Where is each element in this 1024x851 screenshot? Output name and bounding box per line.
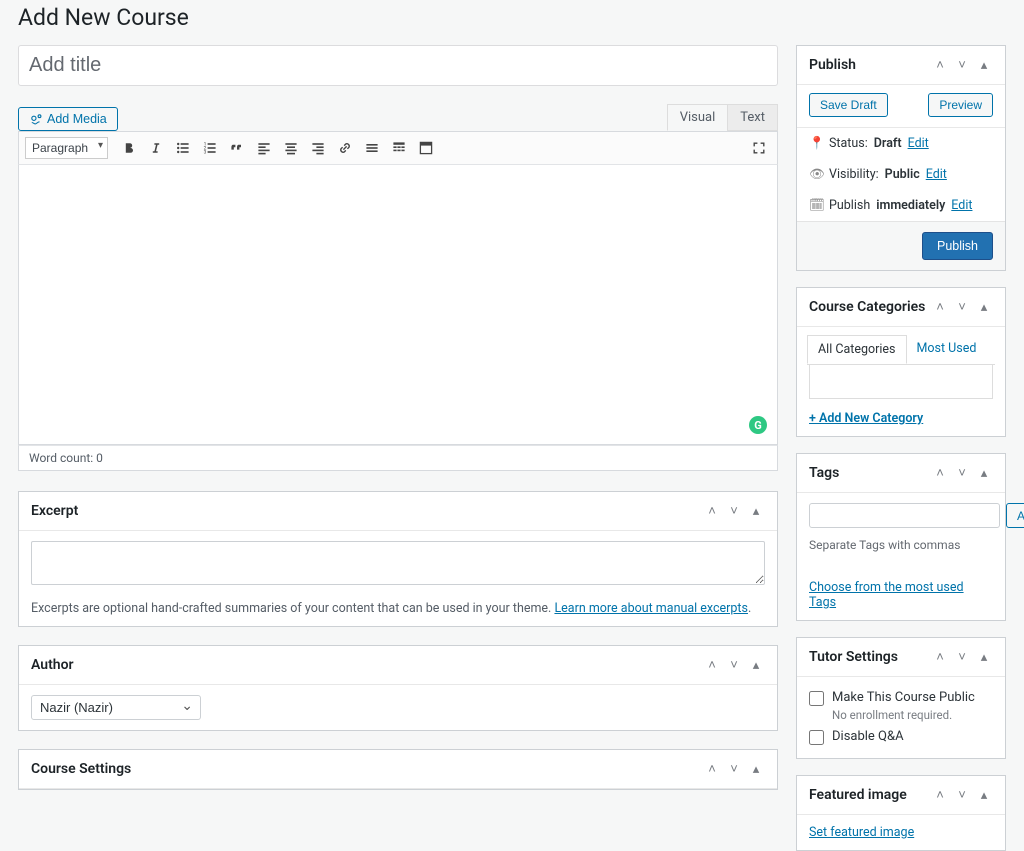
choose-tags-link[interactable]: Choose from the most used Tags — [809, 580, 964, 610]
panel-toggle-icon[interactable]: ▴ — [975, 56, 993, 74]
visibility-edit-link[interactable]: Edit — [926, 167, 947, 182]
author-title: Author — [31, 657, 74, 673]
expand-icon[interactable] — [747, 136, 771, 160]
make-public-checkbox[interactable] — [809, 691, 824, 706]
panel-up-icon[interactable]: ˄ — [931, 298, 949, 316]
bullet-list-icon[interactable] — [171, 136, 195, 160]
category-tab-all[interactable]: All Categories — [807, 335, 907, 364]
category-list — [809, 365, 993, 399]
quote-icon[interactable] — [225, 136, 249, 160]
panel-down-icon[interactable]: ˅ — [953, 298, 971, 316]
numbered-list-icon[interactable]: 123 — [198, 136, 222, 160]
category-tab-mostused[interactable]: Most Used — [907, 335, 987, 364]
set-featured-image-link[interactable]: Set featured image — [809, 825, 914, 840]
excerpt-hint: Excerpts are optional hand-crafted summa… — [31, 601, 765, 616]
main-column: Add Media Visual Text Paragraph 123 — [18, 45, 778, 851]
panel-down-icon[interactable]: ˅ — [725, 656, 743, 674]
grammarly-icon[interactable]: G — [749, 416, 767, 434]
panel-up-icon[interactable]: ˄ — [703, 656, 721, 674]
excerpt-textarea[interactable] — [31, 541, 765, 585]
link-icon[interactable] — [333, 136, 357, 160]
author-select[interactable]: Nazir (Nazir) — [31, 695, 201, 720]
italic-icon[interactable] — [144, 136, 168, 160]
make-public-hint: No enrollment required. — [832, 708, 993, 722]
make-public-label: Make This Course Public — [832, 690, 975, 705]
add-new-category-link[interactable]: + Add New Category — [809, 411, 923, 426]
toolbar-toggle-icon[interactable] — [387, 136, 411, 160]
tutor-settings-title: Tutor Settings — [809, 649, 898, 665]
categories-panel-title: Course Categories — [809, 299, 925, 315]
excerpt-learn-more-link[interactable]: Learn more about manual excerpts — [554, 601, 748, 616]
publish-panel-title: Publish — [809, 57, 856, 73]
align-right-icon[interactable] — [306, 136, 330, 160]
visibility-label: Visibility: — [829, 167, 879, 182]
schedule-value: immediately — [876, 198, 945, 213]
word-count: Word count: 0 — [18, 445, 778, 471]
panel-up-icon[interactable]: ˄ — [931, 648, 949, 666]
eye-icon: 👁 — [809, 167, 823, 182]
panel-toggle-icon[interactable]: ▴ — [747, 656, 765, 674]
panel-up-icon[interactable]: ˄ — [931, 56, 949, 74]
media-icon — [29, 112, 43, 126]
svg-text:3: 3 — [204, 150, 207, 156]
disable-qa-label: Disable Q&A — [832, 729, 904, 744]
more-icon[interactable] — [360, 136, 384, 160]
panel-toggle-icon[interactable]: ▴ — [975, 648, 993, 666]
panel-up-icon[interactable]: ˄ — [703, 760, 721, 778]
align-left-icon[interactable] — [252, 136, 276, 160]
panel-down-icon[interactable]: ˅ — [953, 464, 971, 482]
panel-up-icon[interactable]: ˄ — [703, 502, 721, 520]
featured-image-title: Featured image — [809, 787, 907, 803]
add-tag-button[interactable]: Add — [1006, 503, 1024, 528]
panel-toggle-icon[interactable]: ▴ — [975, 464, 993, 482]
tags-panel-title: Tags — [809, 465, 839, 481]
calendar-icon: 🗓 — [809, 198, 823, 213]
add-media-label: Add Media — [47, 112, 107, 126]
fullscreen-icon[interactable] — [414, 136, 438, 160]
align-center-icon[interactable] — [279, 136, 303, 160]
page-title: Add New Course — [0, 0, 1024, 45]
preview-button[interactable]: Preview — [928, 93, 993, 117]
panel-toggle-icon[interactable]: ▴ — [975, 786, 993, 804]
panel-up-icon[interactable]: ˄ — [931, 786, 949, 804]
panel-toggle-icon[interactable]: ▴ — [747, 502, 765, 520]
panel-down-icon[interactable]: ˅ — [953, 786, 971, 804]
panel-toggle-icon[interactable]: ▴ — [975, 298, 993, 316]
content-editor[interactable]: G — [18, 165, 778, 445]
panel-down-icon[interactable]: ˅ — [725, 760, 743, 778]
panel-up-icon[interactable]: ˄ — [931, 464, 949, 482]
panel-down-icon[interactable]: ˅ — [953, 648, 971, 666]
schedule-label: Publish — [829, 198, 870, 213]
status-value: Draft — [874, 136, 902, 151]
editor-toolbar: Paragraph 123 — [18, 131, 778, 165]
course-title-input[interactable] — [18, 45, 778, 86]
format-dropdown[interactable]: Paragraph — [25, 137, 108, 159]
save-draft-button[interactable]: Save Draft — [809, 93, 888, 117]
add-media-button[interactable]: Add Media — [18, 107, 118, 131]
editor-tab-visual[interactable]: Visual — [667, 104, 728, 131]
status-label: Status: — [829, 136, 868, 151]
course-settings-title: Course Settings — [31, 761, 131, 777]
sidebar-column: Publish ˄ ˅ ▴ Save Draft Preview 📍 Statu… — [796, 45, 1006, 851]
disable-qa-checkbox[interactable] — [809, 730, 824, 745]
panel-down-icon[interactable]: ˅ — [953, 56, 971, 74]
status-edit-link[interactable]: Edit — [908, 136, 929, 151]
panel-down-icon[interactable]: ˅ — [725, 502, 743, 520]
tags-input[interactable] — [809, 503, 1000, 528]
excerpt-title: Excerpt — [31, 503, 78, 519]
visibility-value: Public — [885, 167, 920, 182]
bold-icon[interactable] — [117, 136, 141, 160]
panel-toggle-icon[interactable]: ▴ — [747, 760, 765, 778]
tags-hint: Separate Tags with commas — [809, 538, 993, 552]
publish-button[interactable]: Publish — [922, 232, 993, 260]
editor-tab-text[interactable]: Text — [727, 104, 778, 131]
pin-icon: 📍 — [809, 136, 823, 151]
schedule-edit-link[interactable]: Edit — [951, 198, 972, 213]
